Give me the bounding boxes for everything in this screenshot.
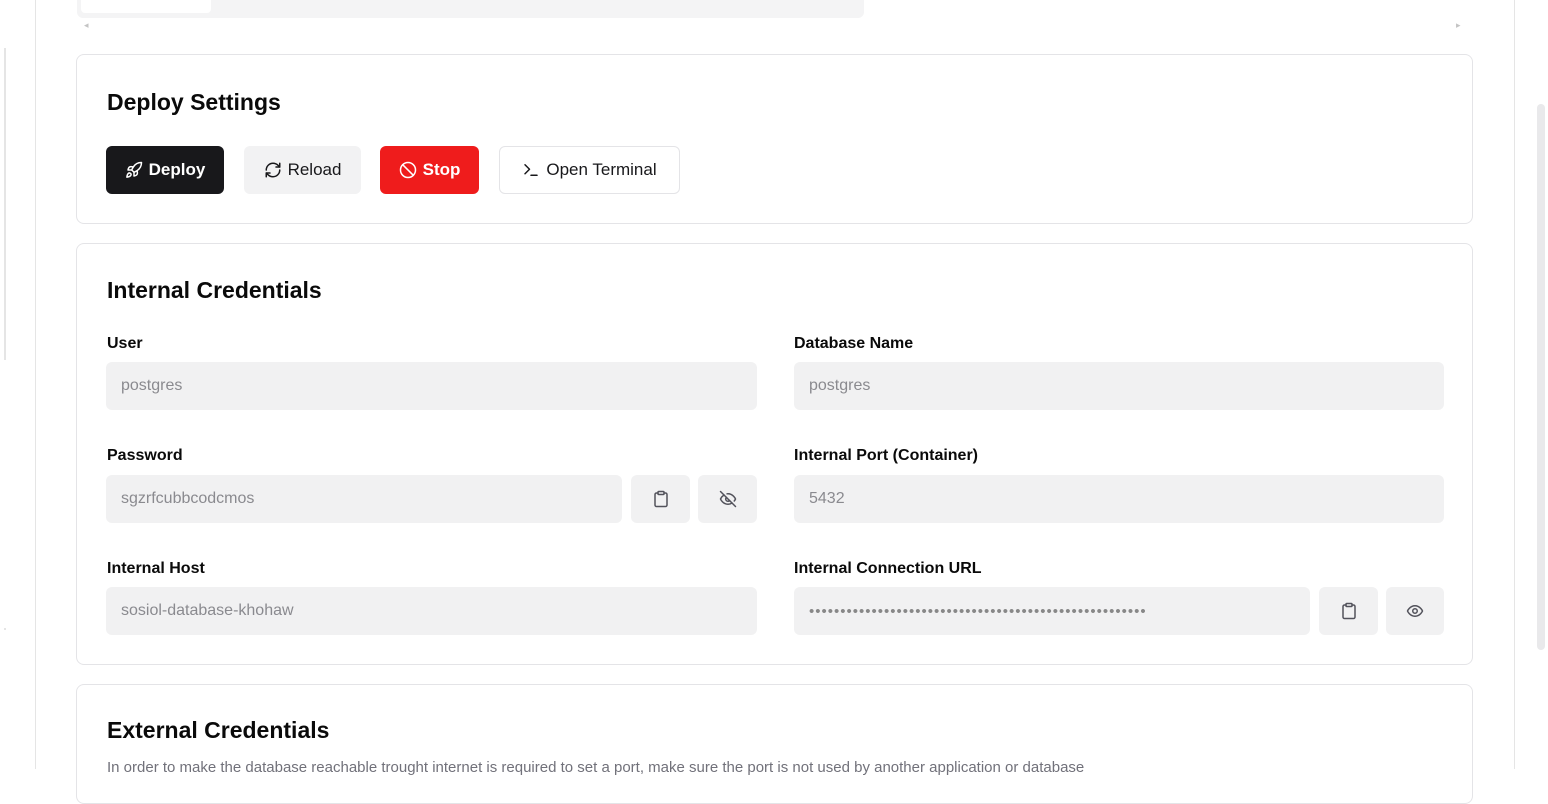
active-tab[interactable] <box>81 0 211 13</box>
deploy-settings-card: Deploy Settings Deploy Reload Stop Open … <box>76 54 1473 224</box>
ban-icon <box>399 161 416 179</box>
internal-host-label: Internal Host <box>107 560 205 577</box>
internal-host-field[interactable]: sosiol-database-khohaw <box>106 587 757 635</box>
deploy-settings-title: Deploy Settings <box>107 89 281 115</box>
database-name-label: Database Name <box>794 335 914 352</box>
user-field[interactable]: postgres <box>106 362 757 410</box>
clipboard-icon <box>1341 602 1356 620</box>
scroll-left-icon[interactable]: ◂ <box>84 20 89 31</box>
internal-port-label: Internal Port (Container) <box>794 447 979 464</box>
password-label: Password <box>107 447 183 464</box>
internal-port-field[interactable]: 5432 <box>794 475 1444 523</box>
rocket-icon <box>125 161 142 178</box>
vertical-scrollbar[interactable] <box>1537 104 1545 650</box>
database-name-field[interactable]: postgres <box>794 362 1444 410</box>
open-terminal-button-label: Open Terminal <box>546 160 657 179</box>
tab-strip <box>77 0 864 18</box>
external-credentials-title: External Credentials <box>107 717 330 743</box>
deploy-button-label: Deploy <box>148 160 206 179</box>
password-field[interactable]: sgzrfcubbcodcmos <box>106 475 622 523</box>
internal-credentials-title: Internal Credentials <box>107 277 322 303</box>
reload-button-label: Reload <box>287 160 342 179</box>
eye-off-icon <box>719 490 736 508</box>
deploy-button[interactable]: Deploy <box>106 146 224 194</box>
external-credentials-card: External Credentials In order to make th… <box>76 684 1473 804</box>
stop-button[interactable]: Stop <box>380 146 479 194</box>
stop-button-label: Stop <box>422 160 461 179</box>
show-connection-url-button[interactable] <box>1386 587 1444 635</box>
internal-connection-url-label: Internal Connection URL <box>794 560 982 577</box>
clipboard-icon <box>653 490 668 508</box>
internal-credentials-card: Internal Credentials User postgres Datab… <box>76 243 1473 665</box>
refresh-icon <box>265 162 281 178</box>
eye-icon <box>1406 605 1424 617</box>
open-terminal-button[interactable]: Open Terminal <box>499 146 680 194</box>
left-rail <box>0 0 36 769</box>
rail-divider <box>4 628 6 630</box>
copy-password-button[interactable] <box>631 475 690 523</box>
internal-connection-url-field[interactable]: ••••••••••••••••••••••••••••••••••••••••… <box>794 587 1310 635</box>
external-credentials-description: In order to make the database reachable … <box>107 759 1085 776</box>
copy-connection-url-button[interactable] <box>1319 587 1378 635</box>
rail-divider <box>4 48 6 360</box>
reload-button[interactable]: Reload <box>244 146 361 194</box>
hide-password-button[interactable] <box>698 475 757 523</box>
scroll-right-icon[interactable]: ▸ <box>1456 20 1461 31</box>
terminal-icon <box>524 164 539 176</box>
user-label: User <box>107 335 143 352</box>
